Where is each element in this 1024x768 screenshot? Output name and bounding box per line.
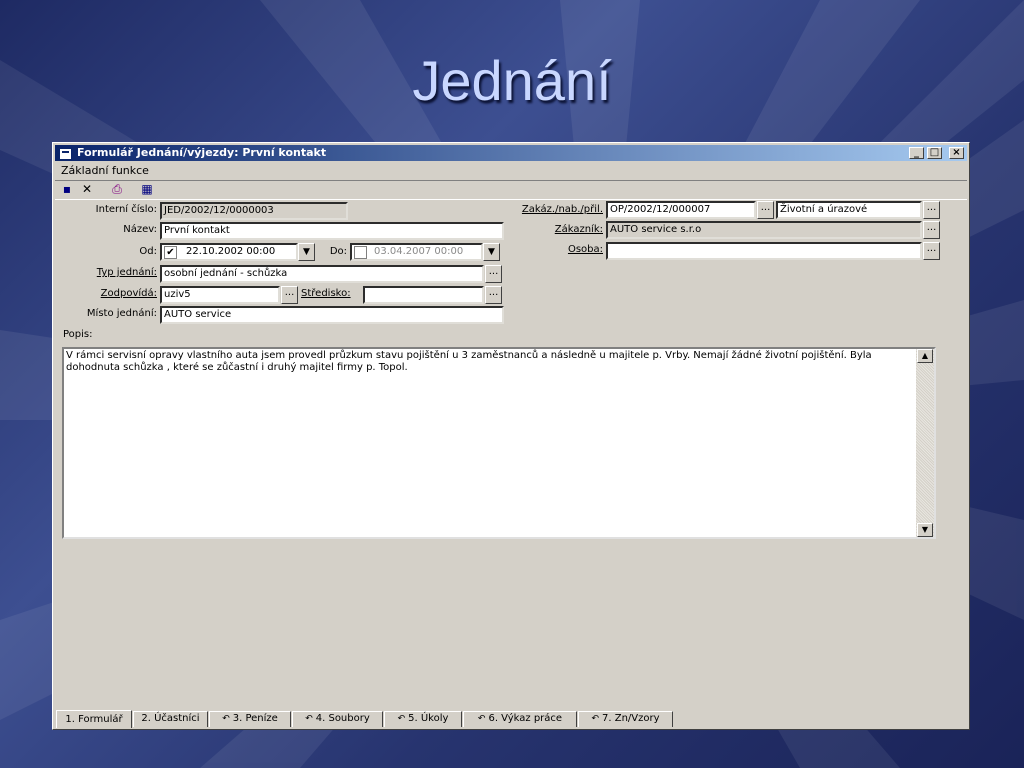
menu-item-zakladni-funkce[interactable]: Základní funkce xyxy=(57,164,153,177)
tab-penize[interactable]: ↶ 3. Peníze xyxy=(209,711,291,727)
zodpovida-label[interactable]: Zodpovídá: xyxy=(57,286,157,302)
form-window: Formulář Jednání/výjezdy: První kontakt … xyxy=(52,142,970,730)
undo-arrow-icon: ↶ xyxy=(305,714,313,724)
od-date-field[interactable]: 22.10.2002 00:00 xyxy=(160,243,298,261)
osoba-label[interactable]: Osoba: xyxy=(473,242,603,258)
osoba-field[interactable] xyxy=(606,242,922,260)
close-button[interactable]: × xyxy=(949,147,964,159)
zodpovida-field[interactable]: uziv5 xyxy=(160,286,280,304)
interni-cislo-label: Interní číslo: xyxy=(95,204,157,215)
window-icon xyxy=(59,148,72,160)
calendar-icon[interactable]: ▦ xyxy=(139,182,155,196)
od-dropdown-button[interactable]: ▼ xyxy=(298,243,315,261)
do-label: Do: xyxy=(329,246,347,257)
od-label: Od: xyxy=(139,246,157,257)
tab-label: 7. Zn/Vzory xyxy=(602,713,660,724)
do-date-field[interactable]: 03.04.2007 00:00 xyxy=(350,243,483,261)
slide-title: Jednání xyxy=(412,49,612,112)
tab-ucastnici[interactable]: 2. Účastníci xyxy=(133,711,208,727)
popis-scrollbar[interactable]: ▲ ▼ xyxy=(916,349,934,537)
zodpovida-picker-button[interactable]: ... xyxy=(281,286,298,304)
popis-textarea[interactable]: V rámci servisní opravy vlastního auta j… xyxy=(62,347,936,539)
stredisko-label[interactable]: Středisko: xyxy=(301,286,363,302)
nazev-label: Název: xyxy=(123,224,157,235)
tab-label: 3. Peníze xyxy=(232,713,278,724)
tab-ukoly[interactable]: ↶ 5. Úkoly xyxy=(384,711,462,727)
scroll-up-icon[interactable]: ▲ xyxy=(917,349,933,363)
zakazka-label[interactable]: Zakáz./nab./přil. xyxy=(473,202,603,218)
tab-label: 4. Soubory xyxy=(315,713,370,724)
save-icon[interactable]: ▪ xyxy=(59,182,75,196)
zakaznik-field[interactable]: AUTO service s.r.o xyxy=(606,221,922,239)
zakaznik-label[interactable]: Zákazník: xyxy=(473,222,603,238)
popis-text: V rámci servisní opravy vlastního auta j… xyxy=(66,350,872,373)
tab-label: 2. Účastníci xyxy=(141,713,200,724)
maximize-button[interactable]: □ xyxy=(927,147,942,159)
zakazka-type-picker-button[interactable]: ... xyxy=(923,201,940,219)
popis-label: Popis: xyxy=(63,329,93,340)
stredisko-picker-button[interactable]: ... xyxy=(485,286,502,304)
print-icon[interactable]: ⎙ xyxy=(109,182,125,196)
minimize-button[interactable]: _ xyxy=(909,147,924,159)
typ-jednani-picker-button[interactable]: ... xyxy=(485,265,502,283)
tab-label: 6. Výkaz práce xyxy=(488,713,563,724)
window-title: Formulář Jednání/výjezdy: První kontakt xyxy=(77,146,327,159)
zakazka-type-field[interactable]: Životní a úrazové xyxy=(776,201,922,219)
undo-arrow-icon: ↶ xyxy=(477,714,486,724)
delete-icon[interactable]: ✕ xyxy=(79,182,95,196)
nazev-field[interactable]: První kontakt xyxy=(160,222,504,240)
zakaznik-picker-button[interactable]: ... xyxy=(923,221,940,239)
menu-bar: Základní funkce xyxy=(57,163,153,179)
interni-cislo-field[interactable]: JED/2002/12/0000003 xyxy=(160,202,348,220)
misto-jednani-field[interactable]: AUTO service xyxy=(160,306,504,324)
zakazka-picker-button[interactable]: ... xyxy=(757,201,774,219)
misto-jednani-label: Místo jednání: xyxy=(86,308,157,319)
tab-label: 1. Formulář xyxy=(65,714,123,725)
window-titlebar[interactable]: Formulář Jednání/výjezdy: První kontakt … xyxy=(55,145,967,161)
typ-jednani-field[interactable]: osobní jednání - schůzka xyxy=(160,265,484,283)
tab-zn-vzory[interactable]: ↶ 7. Zn/Vzory xyxy=(578,711,673,727)
tab-soubory[interactable]: ↶ 4. Soubory xyxy=(292,711,383,727)
scroll-down-icon[interactable]: ▼ xyxy=(917,523,933,537)
tab-label: 5. Úkoly xyxy=(408,713,449,724)
stredisko-field[interactable] xyxy=(363,286,484,304)
typ-jednani-label[interactable]: Typ jednání: xyxy=(57,265,157,281)
tab-formular[interactable]: 1. Formulář xyxy=(56,710,132,728)
zakazka-field[interactable]: OP/2002/12/000007 xyxy=(606,201,756,219)
undo-arrow-icon: ↶ xyxy=(222,714,230,724)
tab-vykaz-prace[interactable]: ↶ 6. Výkaz práce xyxy=(463,711,577,727)
undo-arrow-icon: ↶ xyxy=(591,714,600,724)
do-checkbox[interactable] xyxy=(354,246,367,259)
toolbar: ▪ ✕ ⎙ ▦ xyxy=(55,180,967,200)
undo-arrow-icon: ↶ xyxy=(397,714,406,724)
osoba-picker-button[interactable]: ... xyxy=(923,242,940,260)
od-checkbox[interactable]: ✔ xyxy=(164,246,177,259)
